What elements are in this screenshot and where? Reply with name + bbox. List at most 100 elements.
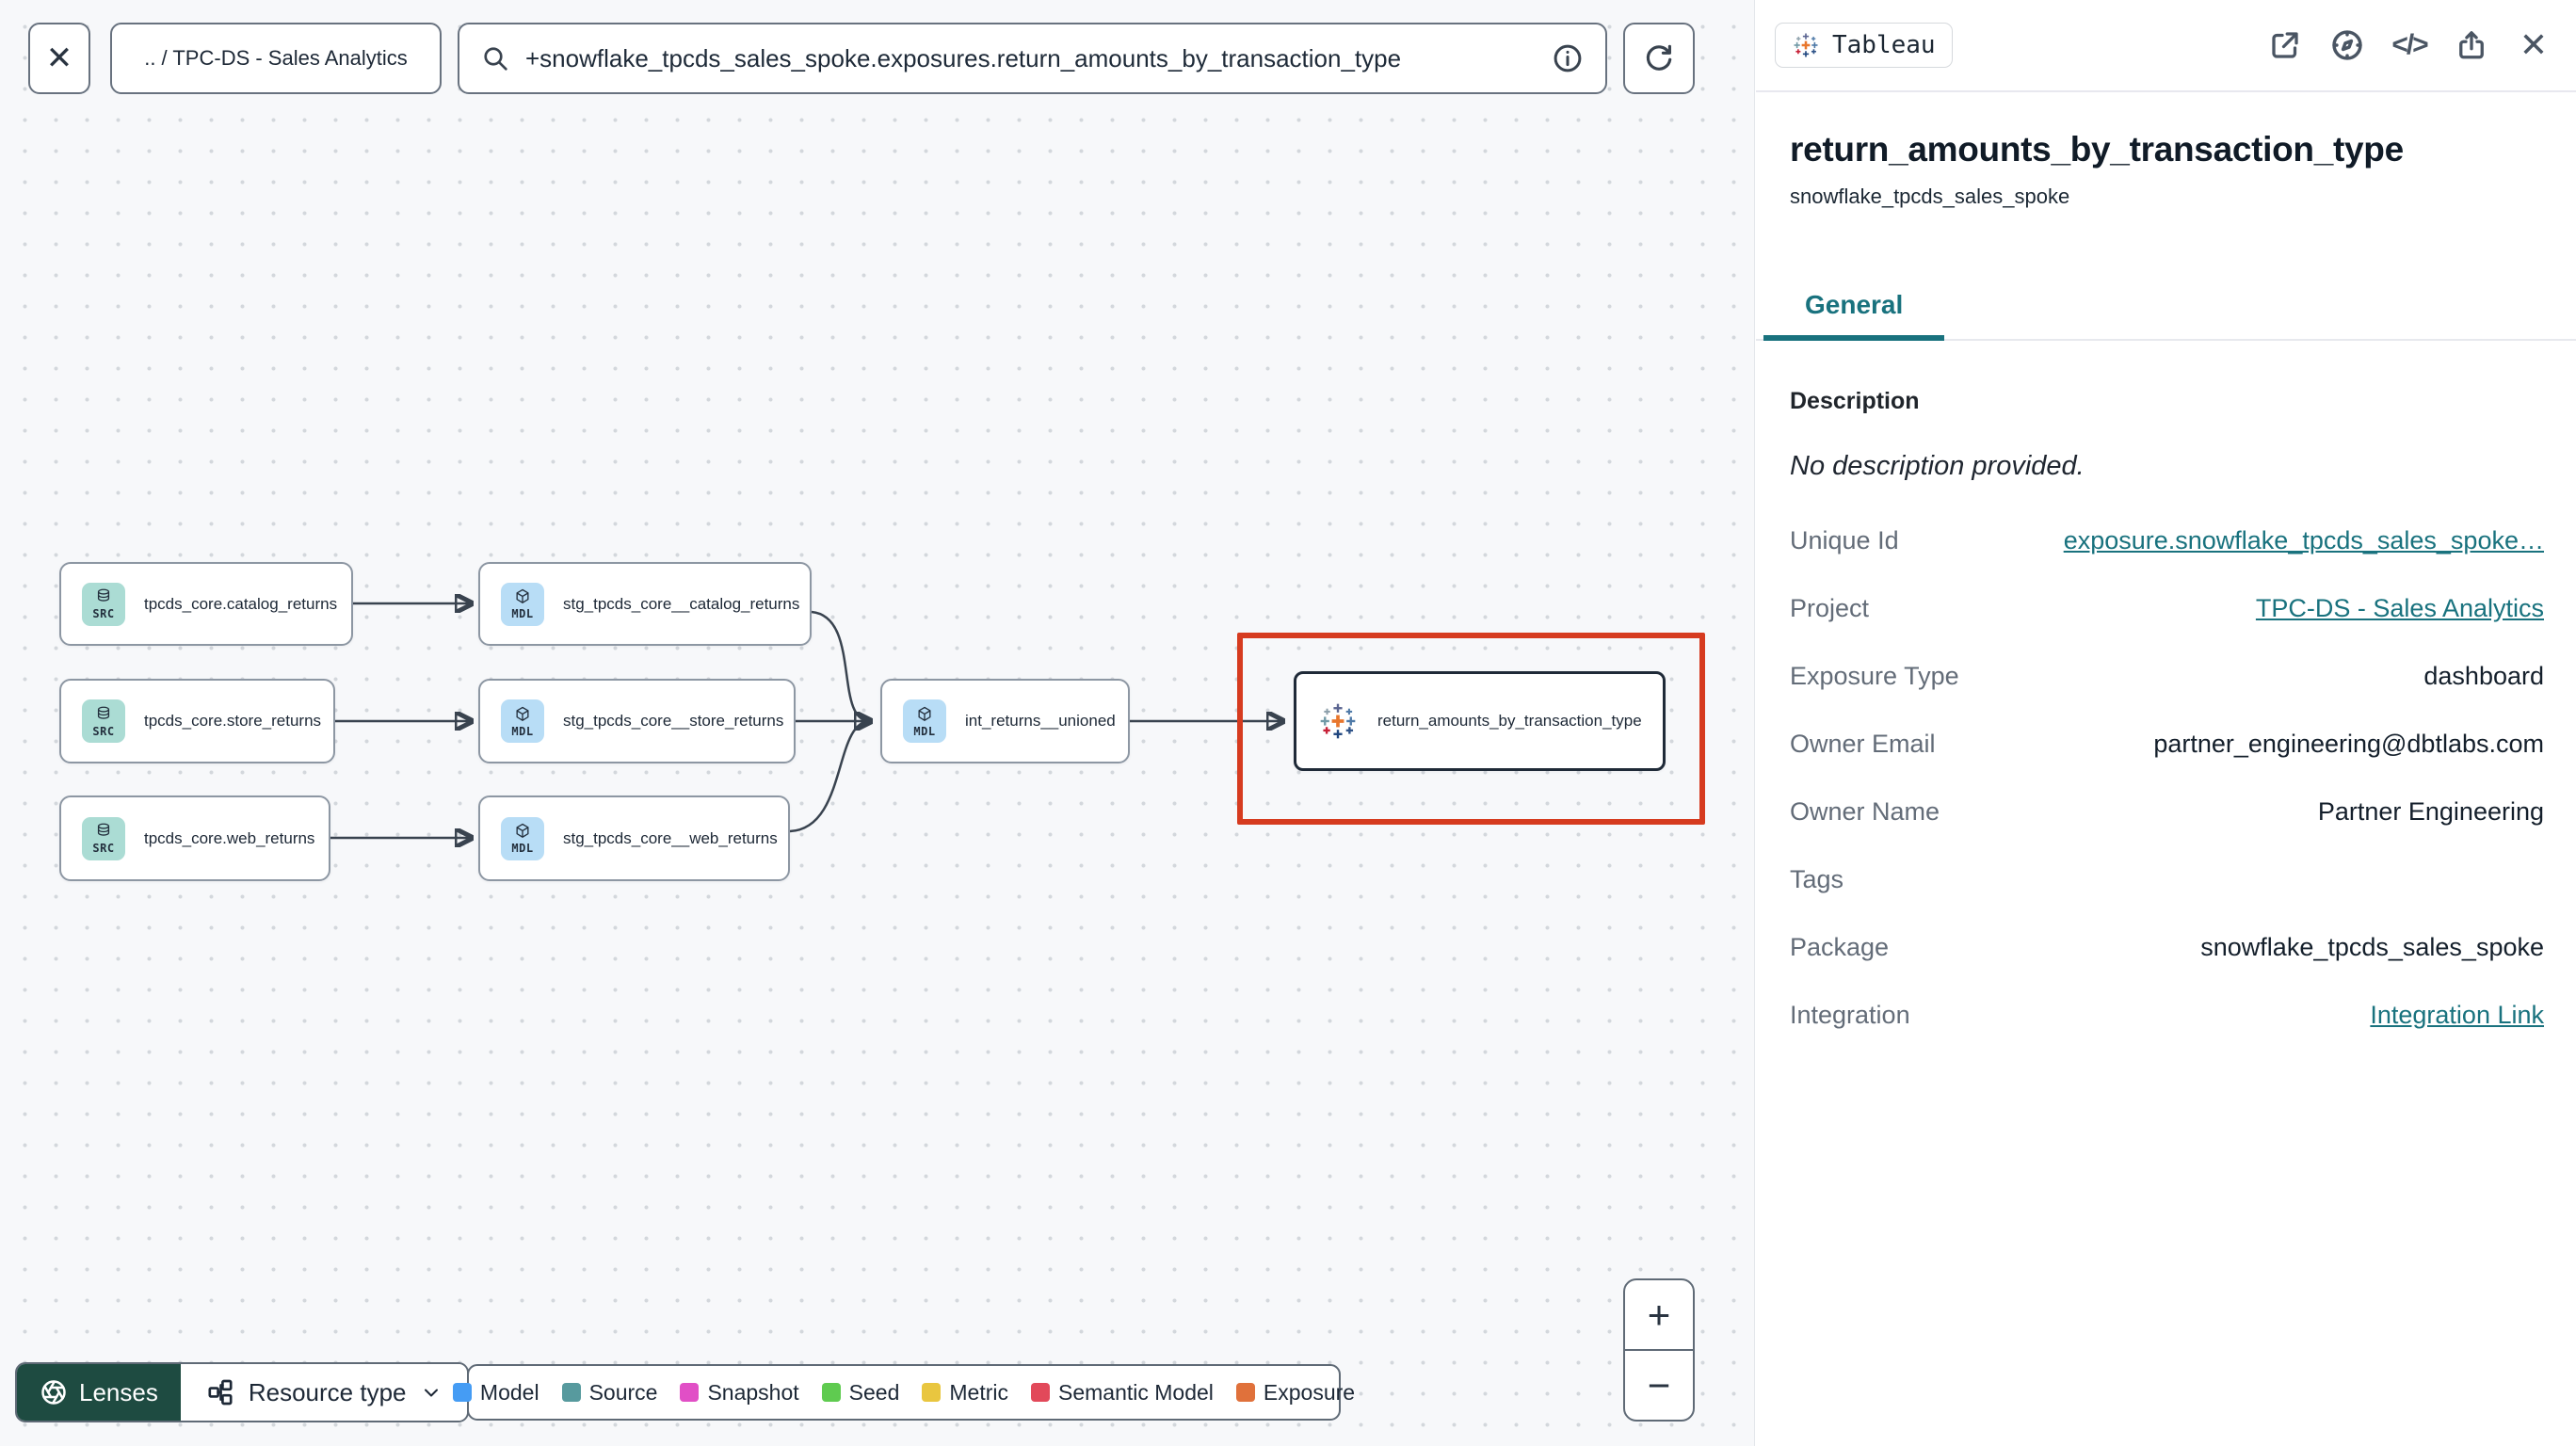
detail-row-owner-name: Owner Name Partner Engineering	[1790, 796, 2544, 826]
node-label: tpcds_core.store_returns	[144, 712, 322, 730]
model-badge: MDL	[501, 582, 544, 626]
graph-node-source-store-returns[interactable]: SRC tpcds_core.store_returns	[59, 679, 335, 763]
graph-node-exposure-return-amounts[interactable]: return_amounts_by_transaction_type	[1294, 671, 1666, 771]
badge-label: MDL	[913, 724, 936, 738]
database-icon	[97, 588, 110, 602]
source-badge: SRC	[82, 816, 125, 860]
legend-item-source: Source	[561, 1380, 657, 1406]
zoom-in-button[interactable]: +	[1625, 1280, 1693, 1351]
page-title: return_amounts_by_transaction_type	[1790, 130, 2404, 169]
model-badge: MDL	[501, 816, 544, 860]
tableau-logo-icon	[1794, 33, 1818, 57]
detail-row-package: Package snowflake_tpcds_sales_spoke	[1790, 932, 2544, 961]
open-external-button[interactable]	[2267, 27, 2303, 63]
description-empty-text: No description provided.	[1790, 451, 2085, 481]
detail-row-integration: Integration Integration Link	[1790, 1000, 2544, 1030]
breadcrumb-label: .. / TPC-DS - Sales Analytics	[144, 46, 408, 70]
resource-type-dropdown[interactable]: Resource type	[180, 1364, 467, 1421]
graph-node-stg-store-returns[interactable]: MDL stg_tpcds_core__store_returns	[478, 679, 796, 763]
model-badge: MDL	[903, 699, 946, 743]
node-label: stg_tpcds_core__catalog_returns	[563, 594, 800, 613]
metric-swatch	[922, 1383, 942, 1402]
panel-actions: </> ✕	[2267, 27, 2552, 63]
legend-item-model: Model	[452, 1380, 539, 1406]
panel-tabs: General	[1756, 275, 2576, 341]
legend-item-semantic-model: Semantic Model	[1031, 1380, 1214, 1406]
unique-id-link[interactable]: exposure.snowflake_tpcds_sales_spoke…	[2064, 526, 2544, 555]
detail-row-tags: Tags	[1790, 864, 1844, 893]
package-subtitle: snowflake_tpcds_sales_spoke	[1790, 185, 2070, 208]
cube-icon	[516, 823, 529, 839]
breadcrumb[interactable]: .. / TPC-DS - Sales Analytics	[110, 23, 442, 94]
lineage-search-input[interactable]: +snowflake_tpcds_sales_spoke.exposures.r…	[458, 23, 1607, 94]
node-label: tpcds_core.catalog_returns	[144, 594, 338, 613]
detail-row-unique-id: Unique Id exposure.snowflake_tpcds_sales…	[1790, 525, 2544, 555]
node-label: tpcds_core.web_returns	[144, 828, 315, 847]
integration-badge-label: Tableau	[1832, 31, 1936, 59]
integration-link[interactable]: Integration Link	[2370, 1001, 2544, 1030]
model-badge: MDL	[501, 699, 544, 743]
lineage-canvas[interactable]: SRC tpcds_core.catalog_returns SRC tpcds…	[0, 0, 1755, 1446]
tab-general[interactable]: General	[1763, 275, 1945, 341]
legend-item-exposure: Exposure	[1235, 1380, 1355, 1406]
zoom-control: + −	[1623, 1278, 1695, 1422]
zoom-out-button[interactable]: −	[1625, 1351, 1693, 1420]
plus-icon: +	[1647, 1292, 1671, 1337]
badge-label: SRC	[92, 842, 115, 855]
integration-badge: Tableau	[1775, 23, 1953, 68]
info-icon[interactable]	[1551, 41, 1585, 75]
compass-icon	[2332, 30, 2362, 60]
database-icon	[97, 823, 110, 836]
search-query-text: +snowflake_tpcds_sales_spoke.exposures.r…	[525, 43, 1402, 72]
close-icon: ✕	[45, 40, 73, 76]
graph-node-stg-catalog-returns[interactable]: MDL stg_tpcds_core__catalog_returns	[478, 562, 812, 646]
detail-rows: Unique Id exposure.snowflake_tpcds_sales…	[1790, 506, 2544, 1049]
resource-type-legend: Model Source Snapshot Seed Metric Semant…	[452, 1364, 1355, 1421]
node-details-panel: Tableau </> ✕ return_amounts_by_transact…	[1756, 0, 2576, 1446]
graph-node-source-catalog-returns[interactable]: SRC tpcds_core.catalog_returns	[59, 562, 353, 646]
refresh-lineage-button[interactable]	[1623, 23, 1695, 94]
source-swatch	[561, 1383, 581, 1402]
details-panel-header: Tableau </> ✕	[1756, 0, 2576, 92]
lenses-label: Lenses	[79, 1377, 158, 1406]
close-lineage-button[interactable]: ✕	[28, 23, 90, 94]
node-label: stg_tpcds_core__store_returns	[563, 712, 784, 730]
external-link-icon	[2272, 32, 2298, 58]
node-label: return_amounts_by_transaction_type	[1377, 712, 1642, 730]
view-code-button[interactable]: </>	[2391, 27, 2428, 63]
explore-lineage-button[interactable]	[2329, 27, 2365, 63]
details-panel-body: return_amounts_by_transaction_type snowf…	[1756, 130, 2576, 1049]
badge-label: MDL	[511, 842, 534, 855]
node-label: int_returns__unioned	[965, 712, 1116, 730]
refresh-icon	[1646, 44, 1672, 71]
legend-item-seed: Seed	[821, 1380, 899, 1406]
aperture-icon	[41, 1380, 66, 1405]
lenses-button[interactable]: Lenses	[17, 1364, 181, 1421]
model-swatch	[452, 1383, 472, 1402]
badge-label: SRC	[92, 607, 115, 620]
lenses-control-group: Lenses Resource type	[15, 1362, 469, 1422]
source-badge: SRC	[82, 699, 125, 743]
source-badge: SRC	[82, 582, 125, 626]
description-header: Description	[1790, 388, 1920, 414]
database-icon	[97, 706, 110, 719]
badge-label: SRC	[92, 724, 115, 738]
seed-swatch	[821, 1383, 841, 1402]
detail-row-owner-email: Owner Email partner_engineering@dbtlabs.…	[1790, 729, 2544, 758]
dbt-explorer-app: SRC tpcds_core.catalog_returns SRC tpcds…	[0, 0, 2576, 1446]
legend-item-snapshot: Snapshot	[680, 1380, 799, 1406]
graph-node-stg-web-returns[interactable]: MDL stg_tpcds_core__web_returns	[478, 795, 790, 881]
cube-icon	[918, 706, 931, 721]
exposure-swatch	[1235, 1383, 1255, 1402]
share-icon	[2459, 31, 2484, 59]
graph-node-int-returns-unioned[interactable]: MDL int_returns__unioned	[880, 679, 1130, 763]
graph-node-source-web-returns[interactable]: SRC tpcds_core.web_returns	[59, 795, 330, 881]
share-button[interactable]	[2454, 27, 2489, 63]
snapshot-swatch	[680, 1383, 700, 1402]
project-link[interactable]: TPC-DS - Sales Analytics	[2256, 594, 2544, 623]
close-icon: ✕	[2519, 25, 2549, 64]
search-icon	[484, 47, 507, 71]
close-panel-button[interactable]: ✕	[2516, 27, 2552, 63]
semantic-model-swatch	[1031, 1383, 1050, 1402]
badge-label: MDL	[511, 607, 534, 620]
